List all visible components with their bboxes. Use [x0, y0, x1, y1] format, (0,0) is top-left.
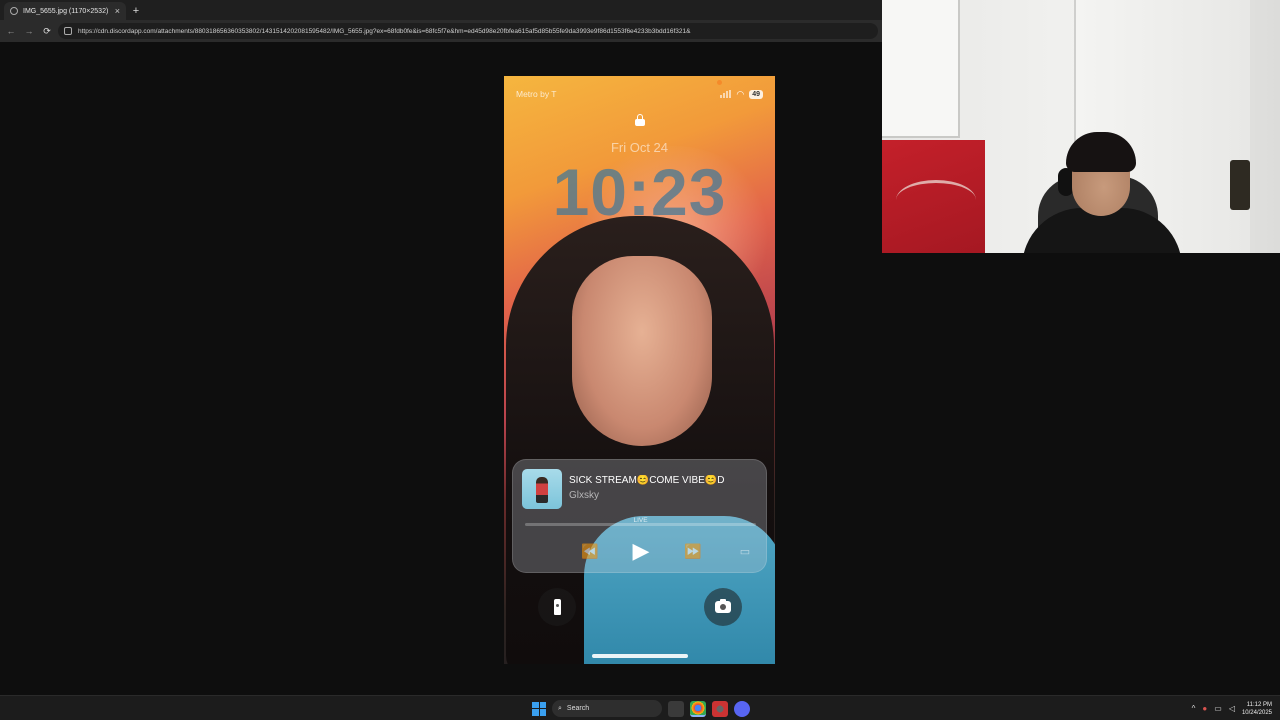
airplay-icon[interactable]: ▭ — [733, 536, 757, 566]
task-view-icon[interactable] — [668, 700, 684, 717]
now-playing-widget: SICK STREAM😊COME VIBE😊D Glxsky LIVE ⏪ ▶ … — [512, 459, 767, 573]
play-icon[interactable]: ▶ — [626, 536, 656, 566]
status-icons: ◠ 49 — [720, 89, 763, 100]
browser-toolbar: ← → ⟳ https://cdn.discordapp.com/attachm… — [0, 20, 882, 42]
taskbar-apps: ⌕ Search — [532, 699, 750, 718]
discord-icon[interactable] — [734, 700, 750, 717]
clock-time: 11:12 PM — [1246, 701, 1272, 708]
reload-button[interactable]: ⟳ — [40, 24, 54, 38]
track-title: SICK STREAM😊COME VIBE😊D — [569, 475, 725, 486]
volume-icon[interactable]: ◁ — [1229, 704, 1235, 713]
back-button[interactable]: ← — [4, 24, 18, 38]
phone-status-bar: Metro by T ◠ 49 — [516, 88, 763, 100]
lock-date: Fri Oct 24 — [610, 140, 669, 155]
battery-level: 49 — [749, 89, 763, 99]
tab-close-icon[interactable]: × — [115, 6, 120, 16]
tray-chevron-icon[interactable]: ^ — [1192, 704, 1196, 713]
globe-icon — [10, 7, 18, 15]
playback-controls: ⏪ ▶ ⏩ ▭ — [513, 536, 768, 566]
flashlight-button[interactable] — [538, 588, 576, 626]
site-info-icon[interactable] — [64, 27, 72, 35]
chrome-icon[interactable] — [690, 700, 706, 717]
taskbar: ⌕ Search ^ ● ▭ ◁ 11:12 PM 10/24/2025 — [0, 695, 1280, 720]
system-tray: ^ ● ▭ ◁ 11:12 PM 10/24/2025 — [1192, 698, 1272, 719]
lock-time: 10:23 — [552, 155, 727, 229]
search-label: Search — [566, 705, 590, 712]
windows-start-icon[interactable] — [532, 701, 546, 716]
browser-tab[interactable]: IMG_5655.jpg (1170×2532) × — [4, 2, 126, 20]
tab-title: IMG_5655.jpg (1170×2532) — [23, 7, 109, 15]
browser-tab-bar: IMG_5655.jpg (1170×2532) × + — [0, 0, 882, 20]
browser-app-icon[interactable] — [712, 700, 728, 717]
playback-progress: LIVE — [525, 517, 756, 526]
taskbar-search[interactable]: ⌕ Search — [552, 700, 662, 717]
album-art — [522, 469, 562, 509]
carrier-name: Metro by T — [516, 89, 557, 99]
flashlight-icon — [553, 599, 561, 615]
network-icon[interactable]: ▭ — [1214, 704, 1222, 713]
taskbar-clock[interactable]: 11:12 PM 10/24/2025 — [1242, 701, 1272, 717]
lock-icon — [635, 114, 645, 126]
webcam-whiteboard — [882, 0, 960, 138]
track-artist: Glxsky — [569, 490, 599, 501]
privacy-indicator-dot — [717, 80, 722, 85]
new-tab-button[interactable]: + — [128, 2, 144, 20]
webcam-flag — [882, 140, 985, 253]
wallpaper-face — [572, 256, 712, 446]
forward-button[interactable]: → — [22, 24, 36, 38]
phone-screenshot-image: Metro by T ◠ 49 Fri Oct 24 10:23 SICK ST… — [504, 76, 775, 664]
address-bar[interactable]: https://cdn.discordapp.com/attachments/8… — [58, 23, 878, 39]
webcam-background-item — [1230, 160, 1250, 210]
camera-button[interactable] — [704, 588, 742, 626]
microphone-icon[interactable]: ● — [1202, 704, 1207, 713]
rewind-icon[interactable]: ⏪ — [575, 536, 605, 566]
fast-forward-icon[interactable]: ⏩ — [678, 536, 708, 566]
home-indicator — [592, 654, 688, 658]
cellular-signal-icon — [720, 90, 732, 98]
clock-date: 10/24/2025 — [1241, 709, 1272, 716]
webcam-overlay — [882, 0, 1280, 253]
address-bar-url: https://cdn.discordapp.com/attachments/8… — [78, 27, 691, 35]
camera-icon — [715, 599, 731, 613]
live-label: LIVE — [633, 517, 648, 524]
search-icon: ⌕ — [558, 704, 562, 712]
wifi-icon: ◠ — [736, 88, 745, 99]
